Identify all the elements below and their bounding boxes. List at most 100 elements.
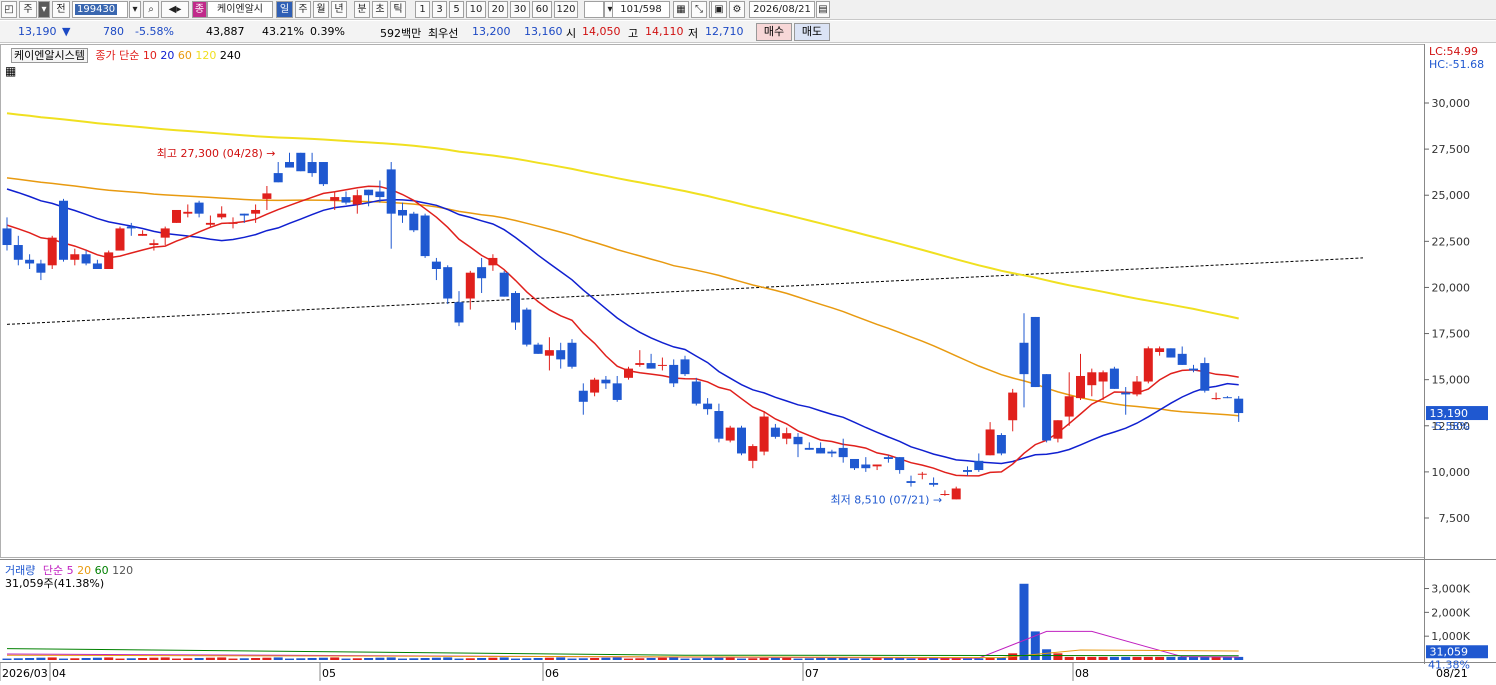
volume-bar bbox=[115, 658, 125, 660]
ma120-label: 120 bbox=[195, 49, 217, 62]
volume-bar bbox=[217, 657, 227, 660]
price-chart-svg[interactable]: 30,000 27,500 25,000 22,500 20,000 17,500 15,0… bbox=[0, 44, 1496, 685]
interval-30[interactable]: 30 bbox=[510, 1, 530, 18]
candle-body bbox=[861, 464, 871, 469]
code-input[interactable]: 199430 bbox=[72, 1, 128, 18]
candle-body bbox=[70, 254, 80, 260]
candle-body bbox=[759, 416, 769, 452]
price-tick-label: 15,000 bbox=[1432, 374, 1471, 387]
candle-body bbox=[974, 460, 984, 471]
volume-bar bbox=[81, 657, 91, 660]
type-select[interactable]: 전 bbox=[52, 1, 70, 18]
interval-120[interactable]: 120 bbox=[554, 1, 578, 18]
volume-bar bbox=[511, 658, 520, 660]
candle-body bbox=[307, 162, 317, 174]
chart-area[interactable]: 30,000 27,500 25,000 22,500 20,000 17,500 15,0… bbox=[0, 44, 1496, 685]
volume-bar bbox=[160, 657, 170, 660]
candle-body bbox=[1143, 348, 1153, 382]
buy-button[interactable]: 매수 bbox=[756, 23, 792, 41]
volume-bar bbox=[296, 658, 306, 660]
candle-body bbox=[1177, 353, 1187, 365]
interval-1[interactable]: 1 bbox=[415, 1, 430, 18]
gear-icon[interactable]: ⚙ bbox=[729, 1, 745, 18]
interval-60[interactable]: 60 bbox=[532, 1, 552, 18]
turnover-rate: 0.39% bbox=[310, 25, 345, 38]
candle-body bbox=[657, 364, 667, 366]
period-month[interactable]: 월 bbox=[313, 1, 329, 18]
interval-10[interactable]: 10 bbox=[466, 1, 486, 18]
current-volume-label: 31,059 bbox=[1430, 645, 1469, 658]
candle-body bbox=[827, 451, 837, 454]
volume-bar bbox=[1053, 653, 1063, 660]
volume-bar bbox=[2, 658, 12, 660]
period-year[interactable]: 년 bbox=[331, 1, 347, 18]
volume-bar bbox=[624, 658, 633, 660]
candle-body bbox=[477, 267, 487, 279]
candle-body bbox=[318, 162, 328, 185]
period-week[interactable]: 주 bbox=[295, 1, 311, 18]
open-label: 시 bbox=[566, 27, 577, 40]
period-tick[interactable]: 틱 bbox=[390, 1, 406, 18]
candle-body bbox=[36, 263, 46, 273]
low-price: 12,710 bbox=[705, 25, 744, 38]
candle-body bbox=[386, 169, 396, 214]
volume: 43,887 bbox=[206, 25, 245, 38]
candle-body bbox=[149, 243, 159, 246]
volume-bar bbox=[522, 658, 532, 660]
interval-3[interactable]: 3 bbox=[432, 1, 447, 18]
candle-body bbox=[183, 211, 193, 214]
speaker-icon[interactable]: ◀▸ bbox=[161, 1, 189, 18]
candle-body bbox=[1042, 374, 1052, 441]
interval-5[interactable]: 5 bbox=[449, 1, 464, 18]
period-second[interactable]: 초 bbox=[372, 1, 388, 18]
high-price: 14,110 bbox=[645, 25, 684, 38]
down-arrow-icon: ▼ bbox=[62, 25, 71, 38]
volume-bar bbox=[816, 657, 826, 660]
volume-bar bbox=[567, 658, 577, 660]
draw-icon[interactable]: ⤡ bbox=[691, 1, 707, 18]
change-value: 780 bbox=[103, 25, 124, 38]
grid-icon[interactable]: ▦ bbox=[673, 1, 689, 18]
menu-icon[interactable]: ◰ bbox=[1, 1, 17, 18]
price-tick-label: 30,000 bbox=[1432, 97, 1471, 110]
volume-value: 31,059주(41.38%) bbox=[5, 577, 105, 590]
candle-body bbox=[398, 209, 407, 216]
candle-body bbox=[544, 350, 554, 356]
date-label: 05 bbox=[322, 667, 336, 680]
volume-bar bbox=[375, 657, 385, 660]
calendar-icon[interactable]: ▤ bbox=[816, 1, 830, 18]
best-label: 최우선 bbox=[428, 27, 459, 40]
volume-bar bbox=[25, 657, 35, 660]
sell-button[interactable]: 매도 bbox=[794, 23, 830, 41]
volume-ratio: 43.21% bbox=[262, 25, 304, 38]
date-label: 06 bbox=[545, 667, 559, 680]
candle-body bbox=[1064, 396, 1074, 417]
period-day[interactable]: 일 bbox=[276, 1, 293, 18]
interval-20[interactable]: 20 bbox=[488, 1, 508, 18]
volume-bar bbox=[409, 658, 419, 660]
volume-bar bbox=[725, 657, 735, 660]
volume-bar bbox=[443, 657, 453, 660]
market-dropdown-icon[interactable]: ▾ bbox=[38, 1, 50, 18]
stock-name[interactable]: 케이엔알시 bbox=[207, 1, 273, 18]
volume-bar bbox=[239, 658, 249, 660]
code-dropdown-icon[interactable]: ▾ bbox=[129, 1, 141, 18]
current-price-label: 13,190 bbox=[1430, 407, 1469, 420]
candle-body bbox=[895, 457, 905, 471]
candle-body bbox=[239, 213, 249, 216]
interval-custom-input[interactable] bbox=[584, 1, 604, 18]
period-minute[interactable]: 분 bbox=[354, 1, 370, 18]
end-date-label: 08/21 bbox=[1436, 667, 1468, 680]
market-select[interactable]: 주 bbox=[19, 1, 37, 18]
date-label: 08 bbox=[1075, 667, 1089, 680]
price-panel-border bbox=[0, 44, 1425, 558]
count-display: 101/598 bbox=[612, 1, 670, 18]
candle-body bbox=[951, 488, 961, 500]
date-input[interactable]: 2026/08/21 bbox=[749, 1, 815, 18]
save-icon[interactable]: ▣ bbox=[711, 1, 727, 18]
candle-body bbox=[793, 436, 803, 445]
candle-body bbox=[1211, 398, 1221, 400]
search-icon[interactable]: ⌕ bbox=[143, 1, 159, 18]
settings-icon[interactable]: ▦ bbox=[5, 64, 16, 78]
volume-bar bbox=[431, 657, 441, 660]
